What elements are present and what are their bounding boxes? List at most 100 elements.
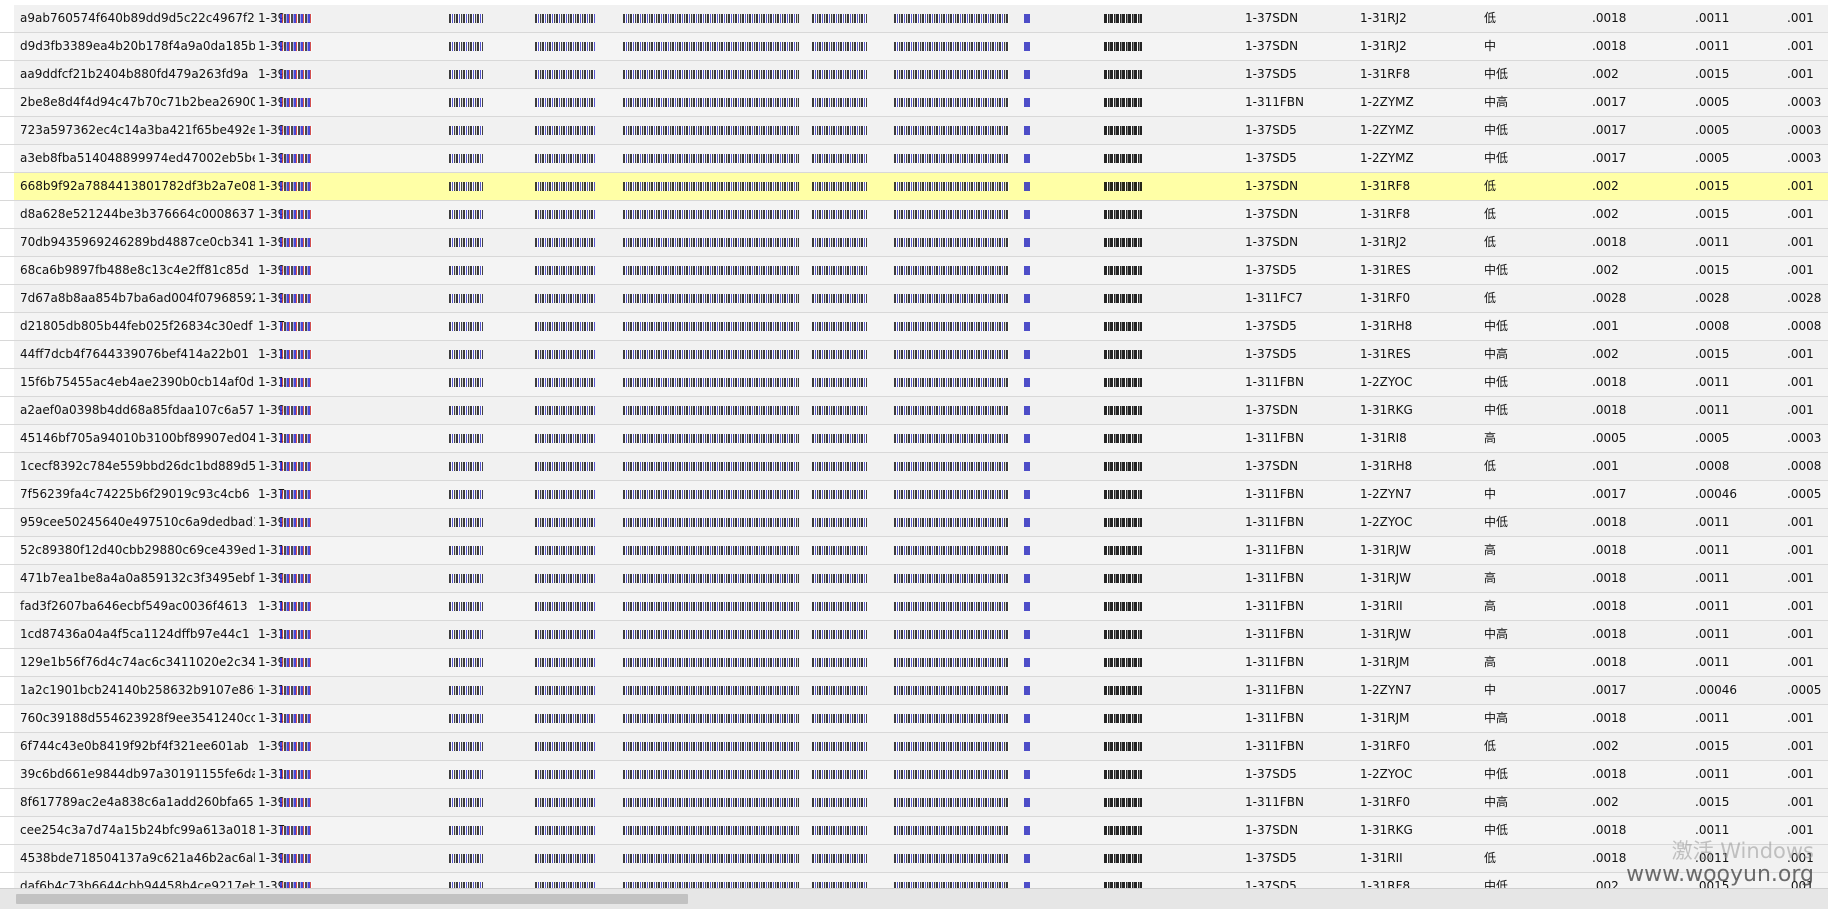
row-id: 45146bf705a94010b3100bf89907ed04 [20,431,255,445]
table-row[interactable]: 39c6bd661e9844db97a30191155fe6da 1-31 1-37… [0,761,1828,789]
row-level: 中 [1484,39,1497,53]
redacted-block [894,770,1009,779]
table-row[interactable]: 959cee50245640e497510c6a9dedbad1 1-39 1-31… [0,509,1828,537]
redacted-block [812,518,867,527]
row-level: 中低 [1484,767,1509,781]
redacted-block [1024,14,1030,23]
redacted-block [623,266,799,275]
redacted-block [1104,574,1142,583]
row-value-3: .0008 [1787,319,1822,333]
redacted-block [280,462,312,471]
row-value-3: .001 [1787,263,1814,277]
redacted-block [449,210,483,219]
row-id: aa9ddfcf21b2404b880fd479a263fd9a [20,67,249,81]
table-row[interactable]: a2aef0a0398b4dd68a85fdaa107c6a57 1-39 1-37… [0,397,1828,425]
row-value-3: .001 [1787,543,1814,557]
redacted-block [623,322,799,331]
table-row[interactable]: 668b9f92a7884413801782df3b2a7e08 1-39 1-37… [0,173,1828,201]
row-id: a3eb8fba514048899974ed47002eb5be [20,151,255,165]
table-row[interactable]: 68ca6b9897fb488e8c13c4e2ff81c85d 1-39 1-37… [0,257,1828,285]
row-model: 1-2ZYMZ [1360,95,1414,109]
table-row[interactable]: 45146bf705a94010b3100bf89907ed04 1-31 1-31… [0,425,1828,453]
table-row[interactable]: 44ff7dcb4f7644339076bef414a22b01 1-31 1-37… [0,341,1828,369]
redacted-block [1024,742,1030,751]
table-row[interactable]: cee254c3a7d74a15b24bfc99a613a018 1-37 1-37… [0,817,1828,845]
table-row[interactable]: 2be8e8d4f4d94c47b70c71b2bea26900 1-39 1-31… [0,89,1828,117]
row-value-3: .001 [1787,207,1814,221]
row-type: 1-311FBN [1245,683,1304,697]
row-value-3: .001 [1787,739,1814,753]
redacted-block [623,378,799,387]
redacted-block [1104,630,1142,639]
redacted-block [812,546,867,555]
table-row[interactable]: 4538bde718504137a9c621a46b2ac6ab 1-39 1-37… [0,845,1828,873]
table-row[interactable]: 129e1b56f76d4c74ac6c3411020e2c34 1-39 1-31… [0,649,1828,677]
redacted-block [812,798,867,807]
table-row[interactable]: 1cd87436a04a4f5ca1124dffb97e44c1 1-31 1-31… [0,621,1828,649]
site-watermark: www.wooyun.org [1626,862,1814,887]
redacted-block [535,630,595,639]
row-type: 1-311FBN [1245,375,1304,389]
row-value-2: .0011 [1695,515,1730,529]
redacted-block [1104,378,1142,387]
table-row[interactable]: d9d3fb3389ea4b20b178f4a9a0da185b 1-39 1-37… [0,33,1828,61]
table-row[interactable]: 7f56239fa4c74225b6f29019c93c4cb6 1-37 1-31… [0,481,1828,509]
row-value-3: .0003 [1787,95,1822,109]
row-level: 低 [1484,459,1497,473]
table-row[interactable]: 15f6b75455ac4eb4ae2390b0cb14af0d 1-31 1-31… [0,369,1828,397]
table-row[interactable]: 52c89380f12d40cbb29880c69ce439ed 1-31 1-31… [0,537,1828,565]
redacted-block [894,98,1009,107]
redacted-block [1024,182,1030,191]
table-row[interactable]: 1cecf8392c784e559bbd26dc1bd889d5 1-31 1-37… [0,453,1828,481]
table-row[interactable]: 8f617789ac2e4a838c6a1add260bfa65 1-39 1-31… [0,789,1828,817]
table-row[interactable]: 760c39188d554623928f9ee3541240cc 1-31 1-31… [0,705,1828,733]
row-value-2: .0015 [1695,179,1730,193]
redacted-block [1024,490,1030,499]
redacted-block [449,182,483,191]
table-row[interactable]: 1a2c1901bcb24140b258632b9107e869 1-31 1-31… [0,677,1828,705]
row-id: 52c89380f12d40cbb29880c69ce439ed [20,543,255,557]
redacted-block [280,70,312,79]
redacted-block [535,154,595,163]
redacted-block [280,266,312,275]
table-row[interactable]: 6f744c43e0b8419f92bf4f321ee601ab 1-39 1-31… [0,733,1828,761]
redacted-block [1104,294,1142,303]
table-row[interactable]: d21805db805b44feb025f26834c30edf 1-37 1-37… [0,313,1828,341]
row-value-2: .0011 [1695,11,1730,25]
redacted-block [1024,70,1030,79]
row-value-3: .001 [1787,375,1814,389]
horizontal-scrollbar[interactable] [0,888,1828,909]
table-row[interactable]: 471b7ea1be8a4a0a859132c3f3495ebf 1-39 1-31… [0,565,1828,593]
redacted-block [1104,602,1142,611]
redacted-block [1024,546,1030,555]
table-row[interactable]: 723a597362ec4c14a3ba421f65be492e 1-39 1-37… [0,117,1828,145]
redacted-block [1104,406,1142,415]
row-value-3: .0003 [1787,151,1822,165]
redacted-block [280,434,312,443]
redacted-block [812,350,867,359]
redacted-block [812,42,867,51]
row-model: 1-31RJ2 [1360,11,1407,25]
row-type: 1-37SD5 [1245,347,1297,361]
row-value-2: .0011 [1695,543,1730,557]
row-value-3: .001 [1787,39,1814,53]
row-id: 959cee50245640e497510c6a9dedbad1 [20,515,255,529]
redacted-block [1104,182,1142,191]
redacted-block [894,574,1009,583]
redacted-block [449,14,483,23]
table-row[interactable]: a3eb8fba514048899974ed47002eb5be 1-39 1-37… [0,145,1828,173]
redacted-block [623,770,799,779]
row-id: d8a628e521244be3b376664c0008637c [20,207,255,221]
row-level: 高 [1484,599,1497,613]
row-value-1: .0018 [1592,235,1627,249]
row-value-2: .00046 [1695,487,1737,501]
scrollbar-thumb[interactable] [16,894,688,904]
row-value-3: .001 [1787,571,1814,585]
table-row[interactable]: 7d67a8b8aa854b7ba6ad004f07968592 1-39 1-31… [0,285,1828,313]
table-row[interactable]: aa9ddfcf21b2404b880fd479a263fd9a 1-39 1-37… [0,61,1828,89]
row-level: 中低 [1484,319,1509,333]
table-row[interactable]: 70db9435969246289bd4887ce0cb341e 1-39 1-37… [0,229,1828,257]
table-row[interactable]: d8a628e521244be3b376664c0008637c 1-39 1-37… [0,201,1828,229]
table-row[interactable]: fad3f2607ba646ecbf549ac0036f4613 1-31 1-31… [0,593,1828,621]
table-row[interactable]: a9ab760574f640b89dd9d5c22c4967f2 1-39 1-37… [0,5,1828,33]
